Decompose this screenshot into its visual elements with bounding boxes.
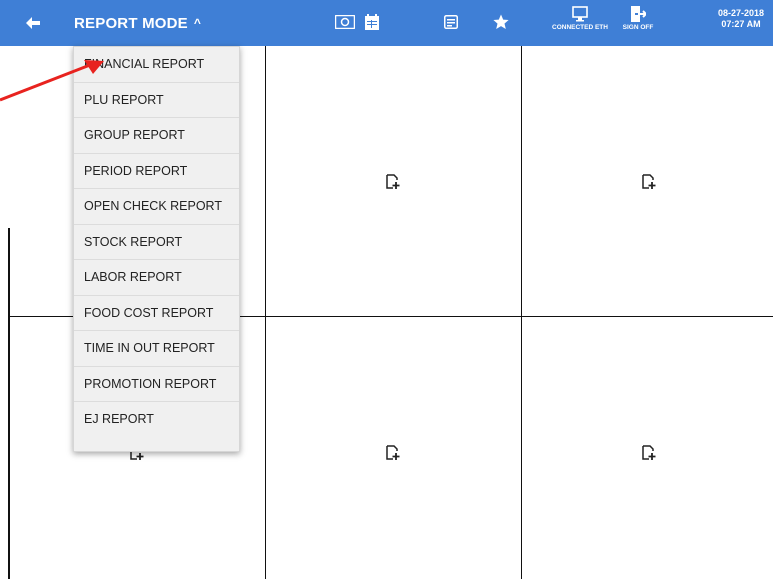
sign-off-label: SIGN OFF bbox=[622, 24, 654, 31]
add-document-icon bbox=[386, 445, 400, 460]
menu-item-group-report[interactable]: GROUP REPORT bbox=[74, 118, 239, 154]
grid-divider bbox=[265, 46, 266, 579]
chevron-up-icon: ^ bbox=[193, 16, 202, 30]
cash-icon bbox=[335, 15, 355, 29]
add-document-icon bbox=[642, 445, 656, 460]
star-icon bbox=[493, 14, 509, 29]
receipt-button[interactable] bbox=[441, 12, 461, 32]
menu-item-open-check-report[interactable]: OPEN CHECK REPORT bbox=[74, 189, 239, 225]
connected-label: CONNECTED ETH bbox=[552, 24, 608, 31]
top-bar: REPORT MODE ^ CONNECTED ETH SIGN OFF 08-… bbox=[0, 0, 773, 46]
add-report-slot[interactable] bbox=[386, 174, 400, 190]
cash-button[interactable] bbox=[335, 12, 355, 32]
menu-item-period-report[interactable]: PERIOD REPORT bbox=[74, 154, 239, 189]
add-report-slot[interactable] bbox=[386, 445, 400, 461]
menu-item-time-in-out-report[interactable]: TIME IN OUT REPORT bbox=[74, 331, 239, 367]
annotation-arrow bbox=[0, 60, 104, 102]
menu-item-promotion-report[interactable]: PROMOTION REPORT bbox=[74, 367, 239, 402]
report-mode-label: REPORT MODE bbox=[74, 14, 188, 32]
grid-left-border bbox=[8, 228, 10, 579]
time-text: 07:27 AM bbox=[721, 19, 761, 29]
report-mode-dropdown[interactable]: REPORT MODE ^ bbox=[74, 11, 201, 35]
receipt-icon bbox=[444, 15, 458, 29]
add-report-slot[interactable] bbox=[642, 174, 656, 190]
menu-item-ej-report[interactable]: EJ REPORT bbox=[74, 402, 239, 438]
favorites-button[interactable] bbox=[491, 12, 511, 32]
menu-item-food-cost-report[interactable]: FOOD COST REPORT bbox=[74, 296, 239, 331]
add-report-slot[interactable] bbox=[642, 445, 656, 461]
add-document-icon bbox=[642, 174, 656, 189]
arrow-left-icon bbox=[26, 17, 40, 29]
sign-off-icon bbox=[631, 6, 646, 22]
connection-status-button[interactable]: CONNECTED ETH bbox=[547, 4, 613, 44]
add-document-icon bbox=[386, 174, 400, 189]
menu-item-labor-report[interactable]: LABOR REPORT bbox=[74, 260, 239, 296]
date-time: 08-27-2018 07:27 AM bbox=[715, 8, 767, 30]
sign-off-button[interactable]: SIGN OFF bbox=[613, 4, 663, 44]
menu-item-stock-report[interactable]: STOCK REPORT bbox=[74, 225, 239, 260]
calendar-icon bbox=[365, 14, 379, 30]
grid-divider bbox=[521, 46, 522, 579]
back-button[interactable] bbox=[22, 13, 44, 33]
calendar-button[interactable] bbox=[362, 12, 382, 32]
monitor-icon bbox=[572, 6, 588, 22]
date-text: 08-27-2018 bbox=[717, 8, 765, 18]
